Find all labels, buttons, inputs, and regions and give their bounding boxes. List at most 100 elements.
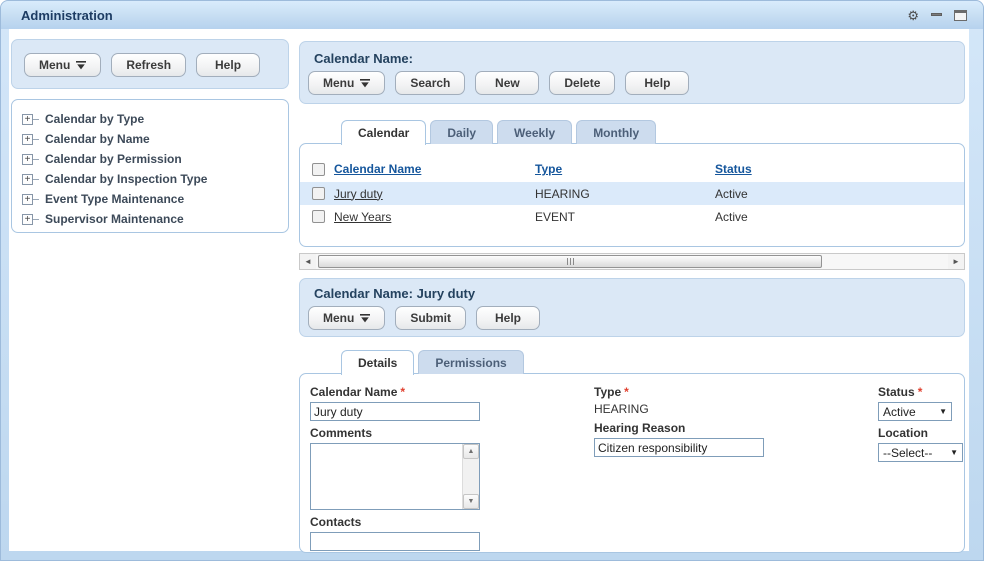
- expand-icon[interactable]: +: [22, 174, 33, 185]
- type-label: Type*: [594, 385, 854, 399]
- help-button[interactable]: Help: [625, 71, 689, 95]
- status-select[interactable]: Active ▼: [878, 402, 952, 421]
- tree-item-label: Event Type Maintenance: [45, 192, 184, 206]
- detail-section-title: Calendar Name: Jury duty: [300, 279, 964, 301]
- tree-item-label: Calendar by Name: [45, 132, 150, 146]
- chevron-down-icon: ▼: [950, 448, 958, 457]
- left-toolbar-panel: Menu Refresh Help: [11, 39, 289, 89]
- menu-button[interactable]: Menu: [308, 71, 385, 95]
- help-button[interactable]: Help: [476, 306, 540, 330]
- sort-status-link[interactable]: Status: [715, 162, 964, 176]
- tree-item-label: Calendar by Inspection Type: [45, 172, 207, 186]
- status-label: Status*: [878, 385, 968, 399]
- list-toolbar: Menu Search New Delete Help: [300, 71, 964, 95]
- help-button[interactable]: Help: [196, 53, 260, 77]
- title-bar: Administration ⚙: [1, 1, 983, 29]
- tree-item-calendar-by-name[interactable]: + Calendar by Name: [22, 129, 288, 149]
- tab-details[interactable]: Details: [341, 350, 414, 375]
- maximize-icon[interactable]: [954, 10, 967, 21]
- location-select[interactable]: --Select-- ▼: [878, 443, 963, 462]
- required-asterisk: *: [400, 385, 405, 399]
- list-section-title: Calendar Name:: [300, 42, 964, 66]
- expand-icon[interactable]: +: [22, 134, 33, 145]
- required-asterisk: *: [918, 385, 923, 399]
- select-all-checkbox[interactable]: [312, 163, 325, 176]
- form-column-2: Type* HEARING Hearing Reason: [594, 385, 854, 457]
- status-select-value: Active: [883, 405, 916, 419]
- calendar-name-input[interactable]: [310, 402, 480, 421]
- scrollbar-track[interactable]: [316, 254, 948, 269]
- search-button[interactable]: Search: [395, 71, 465, 95]
- status-cell: Active: [715, 187, 964, 201]
- list-tabs: Calendar Daily Weekly Monthly: [341, 119, 656, 144]
- row-checkbox[interactable]: [312, 187, 325, 200]
- navigation-tree: + Calendar by Type + Calendar by Name + …: [12, 100, 288, 229]
- tab-monthly[interactable]: Monthly: [576, 120, 656, 144]
- tree-item-label: Calendar by Type: [45, 112, 144, 126]
- left-toolbar: Menu Refresh Help: [12, 53, 288, 77]
- scroll-left-icon[interactable]: ◄: [300, 254, 316, 269]
- tree-item-calendar-by-permission[interactable]: + Calendar by Permission: [22, 149, 288, 169]
- menu-button[interactable]: Menu: [24, 53, 101, 77]
- details-form-panel: Calendar Name* Comments ▲ ▼ Contacts Typ…: [299, 373, 965, 553]
- scroll-right-icon[interactable]: ►: [948, 254, 964, 269]
- refresh-button[interactable]: Refresh: [111, 53, 186, 77]
- sort-calendar-name-link[interactable]: Calendar Name: [334, 162, 535, 176]
- minimize-icon[interactable]: [931, 13, 942, 17]
- type-value: HEARING: [594, 402, 854, 416]
- calendar-name-link[interactable]: New Years: [334, 210, 535, 224]
- status-cell: Active: [715, 210, 964, 224]
- location-select-value: --Select--: [883, 446, 932, 460]
- tab-permissions[interactable]: Permissions: [418, 350, 523, 374]
- menu-dropdown-icon: [76, 61, 86, 70]
- table-row[interactable]: New Years EVENT Active: [300, 205, 964, 228]
- menu-dropdown-icon: [360, 314, 370, 323]
- delete-button[interactable]: Delete: [549, 71, 615, 95]
- contacts-input[interactable]: [310, 532, 480, 551]
- tree-item-supervisor-maintenance[interactable]: + Supervisor Maintenance: [22, 209, 288, 229]
- tree-item-calendar-by-type[interactable]: + Calendar by Type: [22, 109, 288, 129]
- textarea-scrollbar[interactable]: ▲ ▼: [462, 444, 479, 509]
- comments-textarea[interactable]: ▲ ▼: [310, 443, 480, 510]
- sort-type-link[interactable]: Type: [535, 162, 715, 176]
- expand-icon[interactable]: +: [22, 154, 33, 165]
- content-area: Menu Refresh Help + Calendar by Type + C…: [9, 29, 969, 551]
- hearing-reason-input[interactable]: [594, 438, 764, 457]
- settings-icon[interactable]: ⚙: [907, 9, 919, 22]
- comments-label: Comments: [310, 426, 488, 440]
- menu-button[interactable]: Menu: [308, 306, 385, 330]
- calendar-name-link[interactable]: Jury duty: [334, 187, 535, 201]
- menu-button-label: Menu: [323, 311, 354, 325]
- type-cell: EVENT: [535, 210, 715, 224]
- detail-section-header: Calendar Name: Jury duty Menu Submit Hel…: [299, 278, 965, 337]
- tab-calendar[interactable]: Calendar: [341, 120, 426, 145]
- expand-icon[interactable]: +: [22, 194, 33, 205]
- location-label: Location: [878, 426, 968, 440]
- expand-icon[interactable]: +: [22, 214, 33, 225]
- tree-item-event-type-maintenance[interactable]: + Event Type Maintenance: [22, 189, 288, 209]
- window-title: Administration: [1, 8, 113, 23]
- expand-icon[interactable]: +: [22, 114, 33, 125]
- table-row[interactable]: Jury duty HEARING Active: [300, 182, 964, 205]
- calendar-table-panel: Calendar Name Type Status Jury duty HEAR…: [299, 143, 965, 247]
- detail-tabs: Details Permissions: [341, 349, 524, 374]
- menu-button-label: Menu: [39, 58, 70, 72]
- tab-weekly[interactable]: Weekly: [497, 120, 572, 144]
- contacts-label: Contacts: [310, 515, 488, 529]
- submit-button[interactable]: Submit: [395, 306, 466, 330]
- menu-dropdown-icon: [360, 79, 370, 88]
- tree-item-label: Calendar by Permission: [45, 152, 182, 166]
- scroll-down-icon[interactable]: ▼: [463, 494, 479, 509]
- horizontal-scrollbar[interactable]: ◄ ►: [299, 253, 965, 270]
- tab-daily[interactable]: Daily: [430, 120, 493, 144]
- tree-item-calendar-by-inspection-type[interactable]: + Calendar by Inspection Type: [22, 169, 288, 189]
- row-checkbox[interactable]: [312, 210, 325, 223]
- scrollbar-thumb[interactable]: [318, 255, 822, 268]
- required-asterisk: *: [624, 385, 629, 399]
- calendar-table: Calendar Name Type Status Jury duty HEAR…: [300, 156, 964, 228]
- scroll-up-icon[interactable]: ▲: [463, 444, 479, 459]
- new-button[interactable]: New: [475, 71, 539, 95]
- form-column-3: Status* Active ▼ Location --Select-- ▼: [878, 385, 968, 462]
- type-cell: HEARING: [535, 187, 715, 201]
- list-section-header: Calendar Name: Menu Search New Delete He…: [299, 41, 965, 104]
